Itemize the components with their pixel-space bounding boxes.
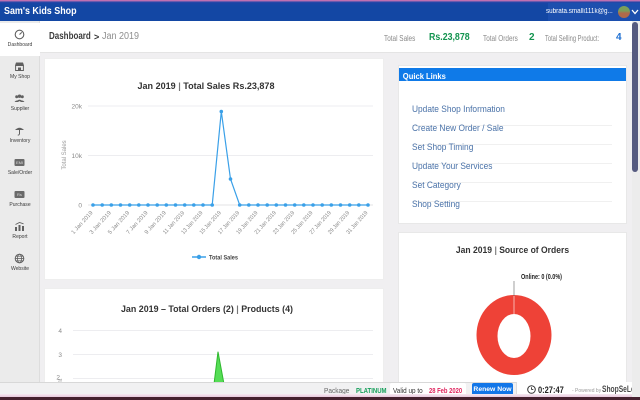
svg-text:Jan 2019 | Total Sales Rs.23,8: Jan 2019 | Total Sales Rs.23,878	[138, 81, 275, 92]
svg-text:4: 4	[58, 328, 62, 335]
svg-text:Rs: Rs	[17, 192, 22, 197]
svg-text:Jan 2019 – Total Orders (2) |: Jan 2019 – Total Orders (2) | Products (…	[121, 304, 293, 315]
svg-text:3: 3	[58, 352, 62, 359]
svg-text:20k: 20k	[72, 104, 83, 111]
svg-text:0: 0	[78, 203, 82, 210]
svg-text:Online: 0 (0.0%): Online: 0 (0.0%)	[521, 272, 562, 281]
svg-text:EMI: EMI	[16, 160, 23, 165]
svg-text:Total Sales: Total Sales	[209, 255, 238, 262]
svg-text:Total Sales: Total Sales	[62, 140, 68, 169]
svg-text:10k: 10k	[72, 153, 83, 160]
